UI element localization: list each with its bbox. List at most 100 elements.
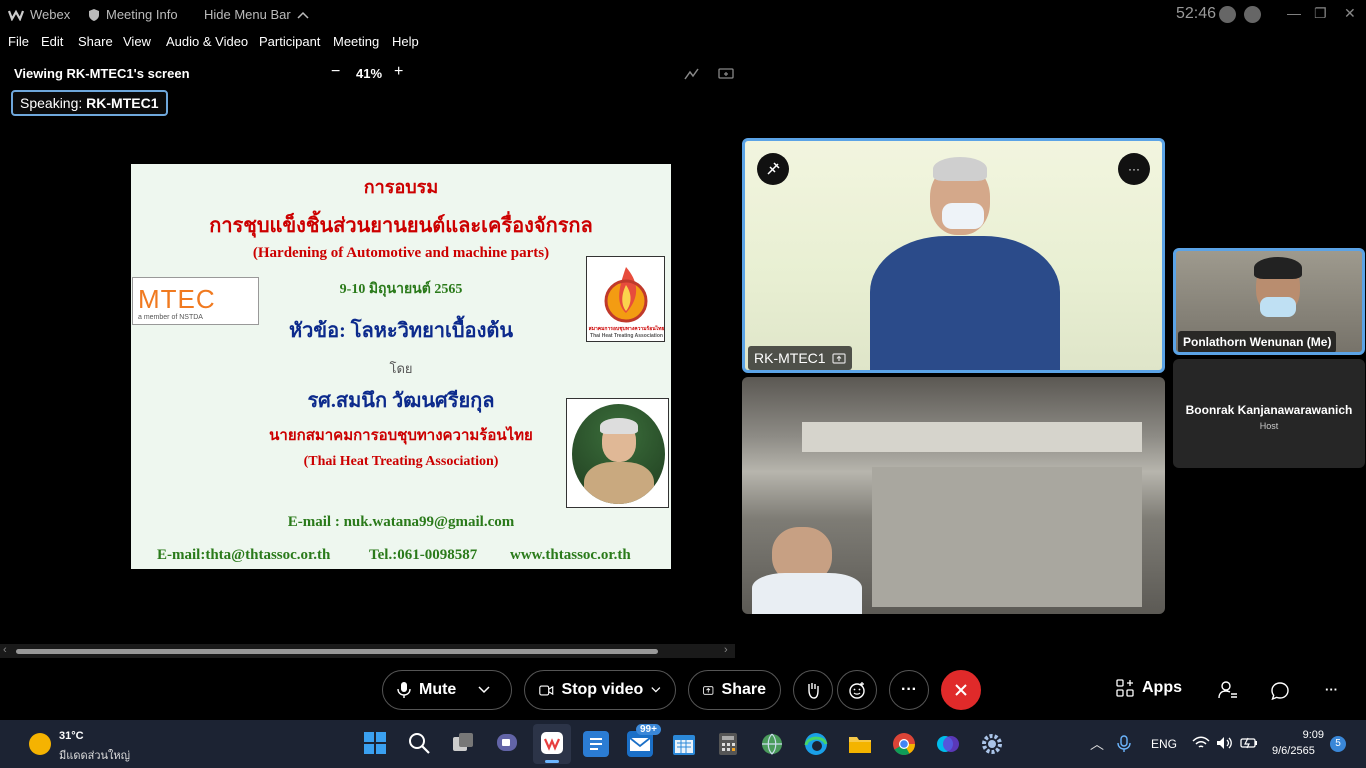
self-name-tag: Ponlathorn Wenunan (Me) [1178, 331, 1337, 352]
zoom-in-button[interactable]: + [394, 63, 403, 81]
reactions-button[interactable] [837, 670, 877, 710]
menu-meeting[interactable]: Meeting [333, 34, 379, 49]
slide-web: www.thtassoc.or.th [510, 547, 631, 563]
speaker-name: RK-MTEC1 [754, 350, 826, 366]
speaking-name: RK-MTEC1 [86, 95, 159, 111]
volume-icon[interactable] [1216, 736, 1234, 750]
presentation-slide: การอบรม การชุบแข็งชิ้นส่วนยานยนต์และเครื… [131, 164, 671, 569]
apps-button[interactable]: Apps [1116, 679, 1182, 697]
thta-logo-sub-en: Thai Heat Treating Association [590, 333, 663, 339]
network-stats-icon[interactable] [1244, 6, 1261, 23]
notes-app-icon[interactable] [583, 731, 609, 757]
menu-help[interactable]: Help [392, 34, 419, 49]
slide-line-1: การอบรม [363, 177, 439, 197]
microphone-icon [397, 682, 411, 698]
slide-line-2: การชุบแข็งชิ้นส่วนยานยนต์และเครื่องจักรก… [209, 215, 593, 237]
title-bar: Webex Meeting Info Hide Menu Bar 52:46 —… [0, 0, 1366, 30]
wifi-icon[interactable] [1192, 736, 1210, 750]
chevron-up-icon[interactable]: ︿ [1090, 734, 1104, 754]
weather-sun-icon[interactable] [29, 733, 51, 755]
more-options-button[interactable]: ··· [889, 670, 929, 710]
speaker-name-tag: RK-MTEC1 [748, 346, 852, 370]
app-name: Webex [30, 7, 71, 22]
close-window-icon[interactable]: ✕ [1344, 5, 1356, 22]
menu-share[interactable]: Share [78, 34, 113, 49]
raise-hand-icon [808, 683, 819, 699]
leave-meeting-button[interactable] [941, 670, 981, 710]
microphone-tray-icon[interactable] [1117, 735, 1131, 753]
clock-date[interactable]: 9/6/2565 [1272, 745, 1315, 757]
meeting-info-button[interactable]: Meeting Info [88, 7, 178, 22]
clock-time[interactable]: 9:09 [1298, 729, 1324, 741]
app-title: Webex [8, 7, 70, 22]
speaking-label: Speaking: [20, 95, 83, 111]
mtec-logo-text: MTEC [138, 284, 216, 314]
notification-badge[interactable]: 5 [1330, 736, 1346, 752]
weather-temp: 31°C [59, 730, 84, 742]
language-indicator[interactable]: ENG [1151, 737, 1177, 751]
active-speaker-video[interactable]: ··· RK-MTEC1 [742, 138, 1165, 373]
globe-app-icon[interactable] [759, 731, 785, 757]
hide-menu-label: Hide Menu Bar [204, 7, 291, 22]
hide-menu-bar-button[interactable]: Hide Menu Bar [204, 7, 309, 22]
restore-icon[interactable]: ❐ [1314, 5, 1327, 22]
horizontal-scrollbar[interactable]: ‹ › [0, 644, 735, 658]
chevron-up-icon [297, 11, 309, 19]
mail-app-icon[interactable]: 99+ [627, 724, 661, 757]
viewing-title: Viewing RK-MTEC1's screen [14, 66, 190, 81]
apps-grid-icon [1116, 679, 1134, 697]
self-view-video[interactable]: Ponlathorn Wenunan (Me) [1173, 248, 1365, 355]
menu-audio-video[interactable]: Audio & Video [166, 34, 248, 49]
webex-logo-icon [8, 9, 24, 21]
video-options-button[interactable]: ··· [1118, 153, 1150, 185]
teams-chat-icon[interactable] [495, 731, 521, 757]
host-name: Boonrak Kanjanawarawanich [1185, 403, 1353, 417]
minimize-icon[interactable]: — [1287, 5, 1301, 21]
share-label: Share [721, 681, 766, 698]
zoom-out-button[interactable]: − [331, 63, 340, 81]
scroll-left-icon[interactable]: ‹ [3, 644, 7, 656]
menu-view[interactable]: View [123, 34, 151, 49]
menu-participant[interactable]: Participant [259, 34, 320, 49]
share-button[interactable]: Share [688, 670, 781, 710]
edge-browser-icon[interactable] [803, 731, 829, 757]
host-tile[interactable]: Boonrak Kanjanawarawanich Host [1173, 359, 1365, 468]
video-camera-icon [539, 684, 554, 696]
menu-file[interactable]: File [8, 34, 29, 49]
chevron-down-icon[interactable] [478, 686, 490, 694]
participants-icon[interactable] [1218, 681, 1238, 699]
search-icon[interactable] [407, 731, 433, 757]
record-icon[interactable] [1219, 6, 1236, 23]
scroll-right-icon[interactable]: › [724, 644, 728, 656]
chrome-browser-icon[interactable] [891, 731, 917, 757]
close-icon [955, 684, 967, 696]
battery-icon[interactable] [1240, 736, 1258, 750]
unpin-button[interactable] [757, 153, 789, 185]
stop-video-button[interactable]: Stop video [524, 670, 676, 710]
slide-tel: Tel.:061-0098587 [369, 547, 478, 563]
annotate-icon[interactable] [684, 67, 700, 81]
mute-button[interactable]: Mute [382, 670, 512, 710]
calculator-app-icon[interactable] [715, 731, 741, 757]
settings-gear-icon[interactable] [979, 731, 1005, 757]
apps-label: Apps [1142, 679, 1182, 696]
raise-hand-button[interactable] [793, 670, 833, 710]
slide-line-6: โดย [389, 361, 413, 376]
remote-control-icon[interactable] [718, 67, 734, 81]
start-icon[interactable] [363, 731, 389, 757]
presenter-photo [566, 398, 669, 508]
meeting-info-label: Meeting Info [106, 7, 178, 22]
task-view-icon[interactable] [451, 731, 477, 757]
webex-meetings-icon[interactable] [935, 731, 961, 757]
calendar-app-icon[interactable] [671, 731, 697, 757]
file-explorer-icon[interactable] [847, 731, 873, 757]
scrollbar-thumb[interactable] [16, 649, 658, 654]
panel-more-icon[interactable]: ··· [1325, 682, 1338, 697]
weather-desc: มีแดดส่วนใหญ่ [59, 750, 131, 762]
chevron-down-icon[interactable] [651, 686, 661, 694]
participant-room-video[interactable] [742, 377, 1165, 614]
webex-taskbar-button[interactable] [533, 724, 571, 764]
slide-email-2: E-mail:thta@thtassoc.or.th [157, 547, 331, 563]
menu-edit[interactable]: Edit [41, 34, 63, 49]
chat-icon[interactable] [1271, 682, 1289, 700]
